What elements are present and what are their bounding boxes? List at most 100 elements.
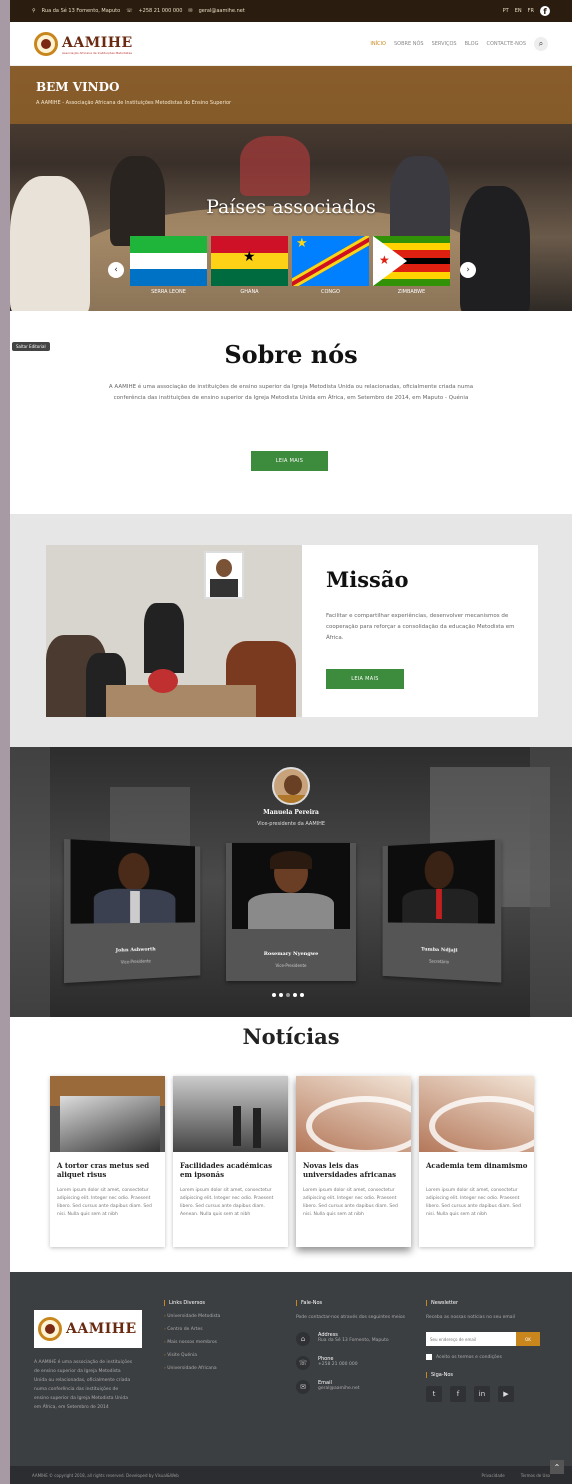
scroll-to-top-button[interactable]: ⌃ bbox=[550, 1460, 564, 1474]
team-member-card[interactable]: John Ashworth Vice-Presidente bbox=[64, 838, 201, 984]
country-card[interactable]: ★ GHANA bbox=[211, 236, 288, 295]
topbar-phone[interactable]: +258 21 000 000 bbox=[138, 8, 182, 14]
news-heading: Notícias bbox=[242, 1024, 340, 1049]
portrait-frame bbox=[204, 551, 244, 599]
consent-checkbox[interactable] bbox=[426, 1354, 432, 1360]
carousel-prev-button[interactable]: ‹ bbox=[108, 262, 124, 278]
nav-about[interactable]: SOBRE NÓS bbox=[394, 41, 424, 47]
linkedin-icon[interactable]: in bbox=[474, 1386, 490, 1402]
facebook-icon[interactable]: f bbox=[540, 6, 550, 16]
member-photo bbox=[70, 839, 196, 924]
topbar-email[interactable]: geral@aamihe.net bbox=[199, 8, 245, 14]
nav-contact[interactable]: CONTACTE-NOS bbox=[486, 41, 526, 47]
news-grid: A tortor cras metus sed aliquet risus Lo… bbox=[50, 1076, 536, 1247]
logo-subtitle: Associação Africana de Instituições Meto… bbox=[62, 51, 133, 55]
nav-blog[interactable]: BLOG bbox=[465, 41, 479, 47]
news-card[interactable]: Novas leis das universidades africanas L… bbox=[296, 1076, 411, 1247]
country-card[interactable]: ★ CONGO bbox=[292, 236, 369, 295]
mail-icon: ✉ bbox=[188, 8, 193, 14]
flag-ghana-icon: ★ bbox=[211, 236, 288, 286]
news-card[interactable]: Facilidades académicas em ipsonás Lorem … bbox=[173, 1076, 288, 1247]
leader-role: Vice-presidente da AAMIHE bbox=[256, 821, 326, 827]
carousel-dot[interactable] bbox=[272, 993, 276, 997]
country-name: GHANA bbox=[240, 289, 259, 295]
news-title[interactable]: Facilidades académicas em ipsonás bbox=[180, 1161, 283, 1179]
carousel-dot[interactable] bbox=[300, 993, 304, 997]
site-logo[interactable]: AAMIHE Associação Africana de Instituiçõ… bbox=[34, 31, 133, 56]
member-name: John Ashworth bbox=[115, 946, 156, 954]
mission-section: Missão Facilitar e compartilhar experiên… bbox=[10, 514, 572, 747]
newsletter-email-input[interactable] bbox=[426, 1332, 516, 1346]
news-excerpt: Lorem ipsum dolor sit amet, consectetur … bbox=[180, 1188, 274, 1217]
privacy-link[interactable]: Privacidade bbox=[482, 1473, 505, 1478]
team-carousel-dots bbox=[272, 993, 304, 997]
news-title[interactable]: Academia tem dinamismo bbox=[426, 1161, 529, 1170]
twitter-icon[interactable]: t bbox=[426, 1386, 442, 1402]
main-nav: INÍCIO SOBRE NÓS SERVIÇOS BLOG CONTACTE-… bbox=[370, 36, 548, 51]
site-header: AAMIHE Associação Africana de Instituiçõ… bbox=[10, 22, 572, 66]
contact-email: ✉ Email geral@aamihe.net bbox=[296, 1380, 408, 1394]
contact-address: ⌂ Address Rua da Sé 13 Fomento, Maputo bbox=[296, 1332, 408, 1346]
mission-photo bbox=[46, 545, 302, 717]
member-name: Tumba Ndjaji bbox=[421, 946, 458, 954]
logo-seal-icon bbox=[38, 1317, 62, 1341]
site-footer: AAMIHE A AAMIHE é uma associação de inst… bbox=[10, 1272, 572, 1484]
footer-links: Links Diversos Universidade Metodista Ce… bbox=[164, 1300, 264, 1379]
country-card[interactable]: ★ ZIMBABWE bbox=[373, 236, 450, 295]
facebook-icon[interactable]: f bbox=[450, 1386, 466, 1402]
footer-logo[interactable]: AAMIHE bbox=[34, 1310, 142, 1348]
footer-link[interactable]: Centro de Artes bbox=[164, 1327, 264, 1332]
leader-name: Manuela Pereira bbox=[263, 809, 319, 816]
news-title[interactable]: Novas leis das universidades africanas bbox=[303, 1161, 406, 1179]
carousel-dot[interactable] bbox=[286, 993, 290, 997]
footer-link[interactable]: Universidade Africana bbox=[164, 1366, 264, 1371]
terms-link[interactable]: Termos de Uso bbox=[521, 1473, 550, 1478]
country-name: ZIMBABWE bbox=[397, 289, 426, 295]
hero-photo-flowers bbox=[240, 136, 310, 196]
member-photo bbox=[387, 839, 495, 924]
team-member-card[interactable]: Tumba Ndjaji Secretário bbox=[382, 839, 502, 983]
footer-link[interactable]: Mais nossos membros bbox=[164, 1340, 264, 1345]
carousel-dot[interactable] bbox=[279, 993, 283, 997]
country-card[interactable]: SERRA LEONE bbox=[130, 236, 207, 295]
about-text: A AAMIHE é uma associação de instituiçõe… bbox=[108, 384, 474, 401]
member-role: Secretário bbox=[429, 958, 449, 965]
lang-en[interactable]: EN bbox=[515, 8, 522, 14]
lang-pt[interactable]: PT bbox=[503, 8, 509, 14]
search-icon[interactable]: ⌕ bbox=[534, 36, 548, 51]
country-name: SERRA LEONE bbox=[151, 289, 186, 295]
news-excerpt: Lorem ipsum dolor sit amet, consectetur … bbox=[57, 1188, 152, 1217]
footer-link[interactable]: Visite Quénia bbox=[164, 1353, 264, 1358]
news-title[interactable]: A tortor cras metus sed aliquet risus bbox=[57, 1161, 160, 1179]
news-image bbox=[173, 1076, 288, 1152]
leader-avatar[interactable] bbox=[272, 767, 310, 805]
mission-read-more-button[interactable]: LEIA MAIS bbox=[326, 669, 404, 689]
page: ⚲ Rua da Sé 13 Fomento, Maputo ☏ +258 21… bbox=[10, 0, 572, 1484]
carousel-dot[interactable] bbox=[293, 993, 297, 997]
news-card[interactable]: A tortor cras metus sed aliquet risus Lo… bbox=[50, 1076, 165, 1247]
news-image bbox=[419, 1076, 534, 1152]
social-links: t f in ▶ bbox=[426, 1386, 550, 1402]
lang-fr[interactable]: FR bbox=[528, 8, 534, 14]
footer-contacts: Fale-Nos Pode contactar-nos através dos … bbox=[296, 1300, 408, 1404]
footer-about: A AAMIHE é uma associação de instituiçõe… bbox=[34, 1360, 133, 1410]
team-member-card[interactable]: Rosemary Nyengwe Vice-Presidente bbox=[226, 843, 356, 981]
logo-text: AAMIHE bbox=[62, 35, 133, 51]
phone-icon: ☏ bbox=[126, 8, 133, 14]
newsletter-submit-button[interactable]: OK bbox=[516, 1332, 540, 1346]
footer-links-heading: Links Diversos bbox=[164, 1300, 264, 1306]
youtube-icon[interactable]: ▶ bbox=[498, 1386, 514, 1402]
nav-services[interactable]: SERVIÇOS bbox=[432, 41, 457, 47]
hero-banner: BEM VINDO A AAMIHE - Associação Africana… bbox=[10, 66, 572, 311]
footer-link[interactable]: Universidade Metodista bbox=[164, 1314, 264, 1319]
carousel-next-button[interactable]: › bbox=[460, 262, 476, 278]
mission-text: Facilitar e compartilhar experiências, d… bbox=[326, 613, 515, 641]
team-section: Manuela Pereira Vice-presidente da AAMIH… bbox=[10, 747, 572, 1017]
social-heading: Siga-Nos bbox=[426, 1372, 550, 1378]
news-card[interactable]: Academia tem dinamismo Lorem ipsum dolor… bbox=[419, 1076, 534, 1247]
news-excerpt: Lorem ipsum dolor sit amet, consectetur … bbox=[303, 1188, 398, 1217]
about-read-more-button[interactable]: LEIA MAIS bbox=[251, 451, 328, 471]
footer-contacts-heading: Fale-Nos bbox=[296, 1300, 408, 1306]
home-icon: ⌂ bbox=[296, 1332, 310, 1346]
nav-home[interactable]: INÍCIO bbox=[370, 41, 386, 47]
